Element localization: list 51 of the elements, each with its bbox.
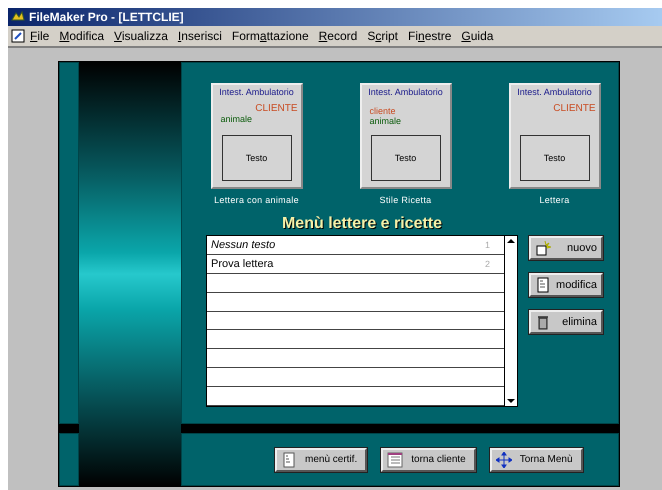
elimina-button[interactable]: elimina (529, 310, 603, 334)
template-caption: Lettera (539, 195, 570, 205)
template-field: Intest. Ambulatorio (517, 88, 592, 98)
nav-button[interactable]: torna cliente (381, 448, 476, 472)
document-icon (535, 277, 551, 293)
list-title: Menù lettere e ricette (282, 215, 442, 232)
text-area: Testo (370, 135, 440, 181)
menu-item[interactable]: Finestre (403, 29, 456, 43)
scroll-up-icon[interactable] (505, 236, 517, 246)
window-title: FileMaker Pro - [LETTCLIE] (29, 10, 184, 24)
template-field: Intest. Ambulatorio (219, 88, 294, 98)
new-document-icon (535, 240, 551, 256)
menu-item[interactable]: Inserisci (172, 29, 227, 43)
nav-button[interactable]: menù certif. (275, 448, 368, 472)
row-number: 2 (484, 258, 490, 269)
nuovo-button[interactable]: nuovo (529, 236, 603, 260)
document-icon (281, 452, 297, 468)
template-field: cliente (370, 107, 396, 117)
letter-template[interactable]: Intest. Ambulatorio CLIENTE Testo (508, 83, 600, 189)
menu-item[interactable]: Record (314, 29, 362, 43)
scrollbar[interactable] (504, 236, 517, 406)
nav-button[interactable]: Torna Menù (490, 448, 583, 472)
modifica-button[interactable]: modifica (529, 273, 603, 297)
list-row[interactable]: Nessun testo 1 (207, 236, 504, 255)
letter-template[interactable]: Intest. Ambulatorio cliente animale Testo (360, 83, 452, 189)
template-caption: Lettera con animale (214, 195, 299, 205)
scroll-down-icon[interactable] (505, 396, 517, 406)
template-field: Intest. Ambulatorio (368, 88, 443, 98)
menu-item[interactable]: Guida (456, 29, 498, 43)
menu-item[interactable]: Modifica (54, 29, 110, 43)
trash-icon (535, 314, 551, 330)
text-area: Testo (520, 135, 590, 181)
menu-item[interactable]: Visualizza (109, 29, 173, 43)
arrows-icon (496, 452, 512, 468)
menu-item[interactable]: Script (362, 29, 404, 43)
template-field: CLIENTE (255, 104, 298, 115)
template-field: animale (370, 116, 402, 126)
row-number: 1 (484, 240, 490, 250)
letter-template[interactable]: Intest. Ambulatorio CLIENTE animale Testo (210, 83, 302, 189)
template-caption: Stile Ricetta (380, 195, 432, 205)
row-title: Prova lettera (211, 258, 274, 270)
template-field: animale (220, 114, 252, 124)
row-title: Nessun testo (211, 238, 276, 251)
menu-item[interactable]: File (25, 29, 54, 43)
form-icon (387, 452, 404, 468)
document-icon[interactable] (11, 29, 25, 43)
side-strip (59, 433, 79, 486)
list-row[interactable]: Prova lettera 2 (207, 254, 504, 274)
menu-item[interactable]: Formattazione (226, 29, 314, 43)
text-area: Testo (222, 135, 292, 181)
template-field: CLIENTE (553, 104, 596, 115)
